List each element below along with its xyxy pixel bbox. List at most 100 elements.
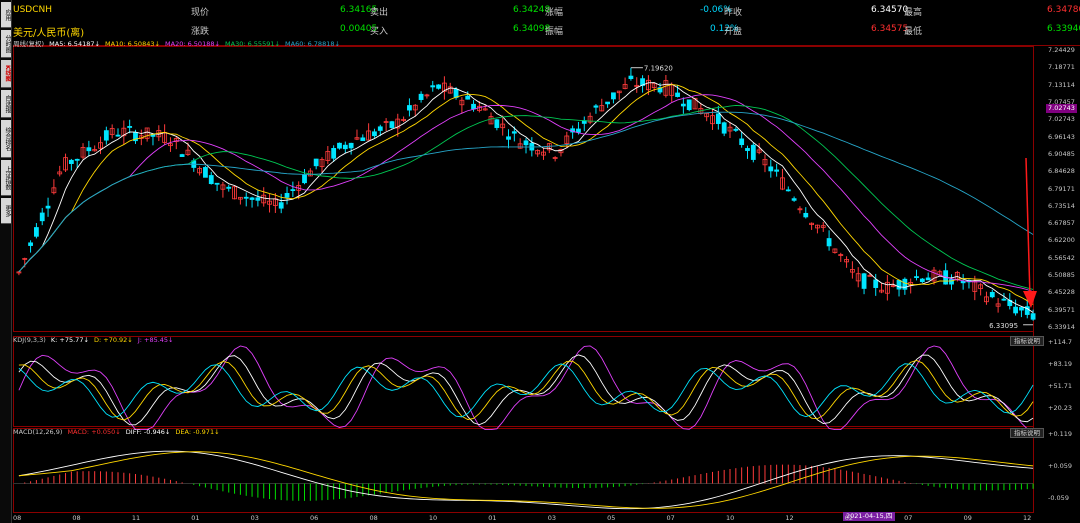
- candle-body: [68, 159, 74, 164]
- macd-title: MACD(12,26,9): [13, 428, 63, 436]
- sidebar-tab-kline[interactable]: K线图: [1, 60, 11, 88]
- yaxis-main-tick: 6.67857: [1048, 219, 1075, 228]
- value-prev-close: 6.34570: [871, 5, 909, 15]
- ma5-value: MA5: 6.54187↓: [49, 40, 100, 48]
- xaxis-tick: 03: [547, 514, 556, 522]
- candle-body: [348, 142, 354, 149]
- xaxis-tick: 03: [250, 514, 259, 522]
- panel-border: [13, 428, 1034, 513]
- sidebar-tab-watchlist[interactable]: 自选报: [1, 90, 11, 118]
- candle-body: [896, 280, 902, 290]
- low-label: 6.33095: [989, 322, 1018, 330]
- yaxis-main-tick: 6.56542: [1048, 253, 1075, 262]
- panel-border: [13, 46, 1034, 332]
- yaxis-main-tick: 6.90485: [1048, 149, 1075, 158]
- xaxis-tick: 12: [1023, 514, 1032, 522]
- candle-body: [768, 166, 774, 172]
- yaxis-main-tick: 7.18771: [1048, 63, 1075, 72]
- xaxis-tick: 11: [131, 514, 141, 522]
- candle-body: [372, 131, 377, 137]
- sidebar-tab-apps[interactable]: 应用: [1, 2, 11, 28]
- kline-chart[interactable]: 7.19620 6.33095: [13, 46, 1080, 523]
- candle-body: [103, 130, 109, 141]
- candle-body: [745, 148, 750, 151]
- kdj-help-button[interactable]: 指标说明: [1010, 336, 1044, 346]
- candle-body: [249, 197, 255, 200]
- xaxis-tick: 09: [963, 514, 972, 522]
- candle-body: [179, 154, 185, 157]
- candle-body: [628, 75, 634, 80]
- yaxis-kdj-tick: +51.71: [1048, 382, 1073, 390]
- peak-label: 7.19620: [644, 65, 673, 73]
- sidebar-tab-more[interactable]: 更多: [1, 198, 11, 224]
- candle-body: [74, 158, 80, 161]
- candle-body: [902, 278, 908, 290]
- candle-body: [1030, 313, 1036, 320]
- label-change: 涨跌: [191, 27, 210, 37]
- symbol-name: 美元/人民币(离): [13, 28, 85, 39]
- label-high: 最高: [904, 8, 923, 18]
- macd-help-button[interactable]: 指标说明: [1010, 428, 1044, 438]
- yaxis-main-tick: 6.33914: [1048, 323, 1075, 331]
- kdj-j-value: J: +85.45↓: [137, 336, 174, 344]
- candle-body: [511, 131, 517, 134]
- ma60-line: [18, 111, 1034, 273]
- candle-body: [33, 227, 39, 237]
- candle-body: [721, 122, 727, 134]
- xaxis-tick: 01: [488, 514, 497, 522]
- label-open: 开盘: [724, 27, 743, 37]
- candle-body: [331, 148, 337, 159]
- candle-body: [313, 158, 319, 167]
- sidebar: 应用 分时图 K线图 自选报 综合排名 上证指数 更多: [0, 0, 12, 523]
- kdj-d-value: D: +70.92↓: [93, 336, 133, 344]
- yaxis-main-tick: 7.02743: [1048, 115, 1075, 124]
- kdj-title: KDJ(9,3,3): [13, 336, 46, 344]
- candle-body: [715, 113, 721, 124]
- macd-diff-value: DIFF: -0.946↓: [125, 428, 171, 436]
- candle-body: [861, 273, 867, 289]
- candle-body: [284, 193, 290, 198]
- xaxis-tick: 07: [904, 514, 913, 522]
- sidebar-tab-ranking[interactable]: 综合排名: [1, 120, 11, 158]
- candle-body: [342, 144, 348, 150]
- candle-body: [593, 105, 599, 108]
- candle-body: [873, 279, 879, 288]
- candle-body: [733, 128, 739, 131]
- sidebar-tab-timeshare[interactable]: 分时图: [1, 30, 11, 58]
- label-ask: 卖出: [370, 8, 389, 18]
- yaxis-main-tick: 6.39571: [1048, 305, 1075, 314]
- candle-body: [750, 144, 756, 160]
- chart-area[interactable]: 7.19620 6.33095 周线(复权) MA5: 6.54187↓ MA10…: [13, 40, 1080, 523]
- candle-body: [430, 85, 436, 88]
- sidebar-tab-index[interactable]: 上证指数: [1, 160, 11, 196]
- macd-diff-line: [18, 450, 1034, 510]
- macd-dea-value: DEA: -0.971↓: [175, 428, 220, 436]
- xaxis-tick: 08: [369, 514, 378, 522]
- candle-body: [785, 189, 791, 192]
- candle-body: [214, 182, 220, 185]
- label-bid: 买入: [370, 27, 389, 37]
- yaxis-macd-tick: +0.119: [1048, 430, 1073, 438]
- yaxis-main-tick: 6.45228: [1048, 288, 1075, 297]
- candle-body: [506, 136, 511, 140]
- candle-body: [914, 276, 919, 279]
- value-open: 6.34575: [871, 24, 909, 34]
- label-low: 最低: [904, 27, 923, 37]
- candle-body: [28, 242, 33, 246]
- candle-body: [675, 92, 680, 97]
- ma20-value: MA20: 6.50188↓: [165, 40, 220, 48]
- candle-body: [803, 212, 809, 218]
- yaxis-main-tick: 7.13114: [1048, 80, 1075, 89]
- candle-body: [337, 142, 342, 149]
- xaxis-tick: 12: [785, 514, 794, 522]
- candle-body: [278, 202, 284, 209]
- candle-body: [605, 101, 610, 105]
- xaxis-tick: 07: [666, 514, 675, 522]
- main-title: 周线(复权): [13, 40, 45, 48]
- macd-dea-line: [18, 451, 1034, 509]
- yaxis-main-tick: 6.96143: [1048, 132, 1075, 141]
- yaxis-macd-tick: +0.059: [1048, 462, 1073, 470]
- candle-body: [680, 103, 686, 107]
- candle-body: [377, 126, 383, 131]
- candle-body: [243, 196, 249, 199]
